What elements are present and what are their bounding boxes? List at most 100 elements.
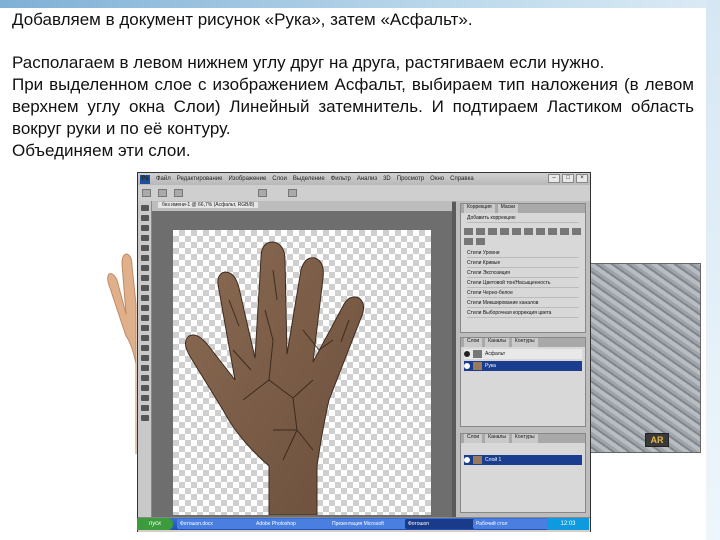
eye-icon[interactable] bbox=[464, 457, 470, 463]
menu-item-edit[interactable]: Редактирование bbox=[177, 176, 223, 182]
magic-wand-icon[interactable] bbox=[140, 235, 149, 241]
dodge-tool-icon[interactable] bbox=[140, 335, 149, 341]
preset-item[interactable]: Стили Черно-белое bbox=[467, 290, 579, 298]
path-select-icon[interactable] bbox=[140, 365, 149, 371]
taskbar-item[interactable]: Adobe Photoshop bbox=[253, 519, 331, 529]
3d-tool-icon[interactable] bbox=[140, 385, 149, 391]
posterize-icon[interactable] bbox=[476, 238, 485, 245]
eraser-tool-icon[interactable] bbox=[140, 305, 149, 311]
tab-masks[interactable]: Маски bbox=[497, 204, 519, 213]
marquee-tool-icon[interactable] bbox=[140, 215, 149, 221]
eyedropper-icon[interactable] bbox=[140, 255, 149, 261]
menu-item-view[interactable]: Просмотр bbox=[397, 176, 424, 182]
healing-brush-icon[interactable] bbox=[140, 265, 149, 271]
windows-taskbar: пуск Фотошоп.docx Adobe Photoshop Презен… bbox=[137, 518, 589, 530]
color-swatch-icon[interactable] bbox=[140, 415, 149, 421]
taskbar-item[interactable]: Презентация Microsoft bbox=[329, 519, 407, 529]
color-balance-icon[interactable] bbox=[536, 228, 545, 235]
tab-channels[interactable]: Каналы bbox=[485, 338, 509, 347]
tab-layers[interactable]: Слои bbox=[464, 434, 483, 443]
menu-item-window[interactable]: Окно bbox=[430, 176, 444, 182]
menu-item-3d[interactable]: 3D bbox=[383, 176, 391, 182]
layer-row-selected[interactable]: Рука bbox=[464, 361, 582, 371]
top-band bbox=[0, 0, 720, 8]
layers-panel-1: Слои Каналы Контуры Асфальт Рука bbox=[460, 337, 586, 427]
layer-name: Рука bbox=[485, 363, 496, 369]
opacity-icon[interactable] bbox=[258, 189, 267, 197]
brush-tool-icon[interactable] bbox=[140, 275, 149, 281]
vibrance-icon[interactable] bbox=[512, 228, 521, 235]
eye-icon[interactable] bbox=[464, 363, 470, 369]
blur-tool-icon[interactable] bbox=[140, 325, 149, 331]
mode-select-icon[interactable] bbox=[174, 189, 183, 197]
ps-toolbox bbox=[138, 201, 152, 517]
clone-stamp-icon[interactable] bbox=[140, 285, 149, 291]
tab-paths[interactable]: Контуры bbox=[511, 338, 538, 347]
close-button[interactable]: × bbox=[576, 174, 588, 183]
tab-adjustments[interactable]: Коррекция bbox=[464, 204, 495, 213]
type-tool-icon[interactable] bbox=[140, 355, 149, 361]
curves-icon[interactable] bbox=[488, 228, 497, 235]
tool-preset-icon[interactable] bbox=[142, 189, 151, 197]
invert-icon[interactable] bbox=[464, 238, 473, 245]
ps-logo: Ps bbox=[140, 174, 150, 184]
black-white-icon[interactable] bbox=[548, 228, 557, 235]
zoom-tool-icon[interactable] bbox=[140, 405, 149, 411]
menu-item-help[interactable]: Справка bbox=[450, 176, 474, 182]
brush-size-icon[interactable] bbox=[158, 189, 167, 197]
hand-photo bbox=[107, 253, 137, 454]
taskbar-item-active[interactable]: Фотошоп bbox=[405, 519, 475, 529]
document-tab-label: без имени-1 @ 66,7% (Асфальт, RGB/8) bbox=[158, 202, 259, 208]
tab-channels[interactable]: Каналы bbox=[485, 434, 509, 443]
layers-tabs-2: Слои Каналы Контуры bbox=[461, 434, 585, 443]
menu-item-analysis[interactable]: Анализ bbox=[357, 176, 377, 182]
move-tool-icon[interactable] bbox=[140, 205, 149, 211]
maximize-button[interactable]: □ bbox=[562, 174, 574, 183]
gradient-tool-icon[interactable] bbox=[140, 315, 149, 321]
channel-mixer-icon[interactable] bbox=[572, 228, 581, 235]
taskbar-item[interactable]: Фотошоп.docx bbox=[177, 519, 255, 529]
ps-options-bar bbox=[138, 185, 590, 202]
preset-item[interactable]: Стили Экспозиция bbox=[467, 270, 579, 278]
minimize-button[interactable]: – bbox=[548, 174, 560, 183]
hand-tool-icon[interactable] bbox=[140, 395, 149, 401]
menu-item-file[interactable]: Файл bbox=[156, 176, 171, 182]
preset-item[interactable]: Стили Уровни bbox=[467, 250, 579, 258]
preset-item[interactable]: Стили Выборочная коррекция цвета bbox=[467, 310, 579, 318]
menu-item-filter[interactable]: Фильтр bbox=[331, 176, 351, 182]
menu-item-layers[interactable]: Слои bbox=[272, 176, 287, 182]
lasso-tool-icon[interactable] bbox=[140, 225, 149, 231]
tab-layers[interactable]: Слои bbox=[464, 338, 483, 347]
layer-name: Слой 1 bbox=[485, 457, 502, 463]
system-tray-clock[interactable]: 12:03 bbox=[547, 518, 589, 530]
preset-item[interactable]: Стили Цветовой тон/Насыщенность bbox=[467, 280, 579, 288]
slide-body: Располагаем в левом нижнем углу друг на … bbox=[12, 52, 694, 162]
preset-item[interactable]: Стили Кривые bbox=[467, 260, 579, 268]
hue-saturation-icon[interactable] bbox=[524, 228, 533, 235]
history-brush-icon[interactable] bbox=[140, 295, 149, 301]
eye-icon[interactable] bbox=[464, 351, 470, 357]
preset-item[interactable]: Стили Микширование каналов bbox=[467, 300, 579, 308]
adjustment-icons bbox=[461, 225, 585, 248]
levels-icon[interactable] bbox=[476, 228, 485, 235]
layer-thumbnail bbox=[473, 456, 482, 464]
canvas[interactable] bbox=[173, 230, 431, 516]
brightness-icon[interactable] bbox=[464, 228, 473, 235]
tab-paths[interactable]: Контуры bbox=[511, 434, 538, 443]
layer-thumbnail bbox=[473, 350, 482, 358]
start-button[interactable]: пуск bbox=[137, 518, 173, 530]
taskbar-item[interactable]: Рабочий стол bbox=[473, 519, 549, 529]
pen-tool-icon[interactable] bbox=[140, 345, 149, 351]
shape-tool-icon[interactable] bbox=[140, 375, 149, 381]
exposure-icon[interactable] bbox=[500, 228, 509, 235]
menu-item-image[interactable]: Изображение bbox=[228, 176, 266, 182]
paragraph-2: При выделенном слое с изображением Асфал… bbox=[12, 75, 694, 138]
layer-row-selected[interactable]: Слой 1 bbox=[464, 455, 582, 465]
ps-menu: Ps Файл Редактирование Изображение Слои … bbox=[140, 173, 474, 185]
crop-tool-icon[interactable] bbox=[140, 245, 149, 251]
slide-title: Добавляем в документ рисунок «Рука», зат… bbox=[12, 10, 473, 29]
flow-icon[interactable] bbox=[288, 189, 297, 197]
layer-row[interactable]: Асфальт bbox=[464, 349, 582, 359]
photo-filter-icon[interactable] bbox=[560, 228, 569, 235]
menu-item-select[interactable]: Выделение bbox=[293, 176, 325, 182]
